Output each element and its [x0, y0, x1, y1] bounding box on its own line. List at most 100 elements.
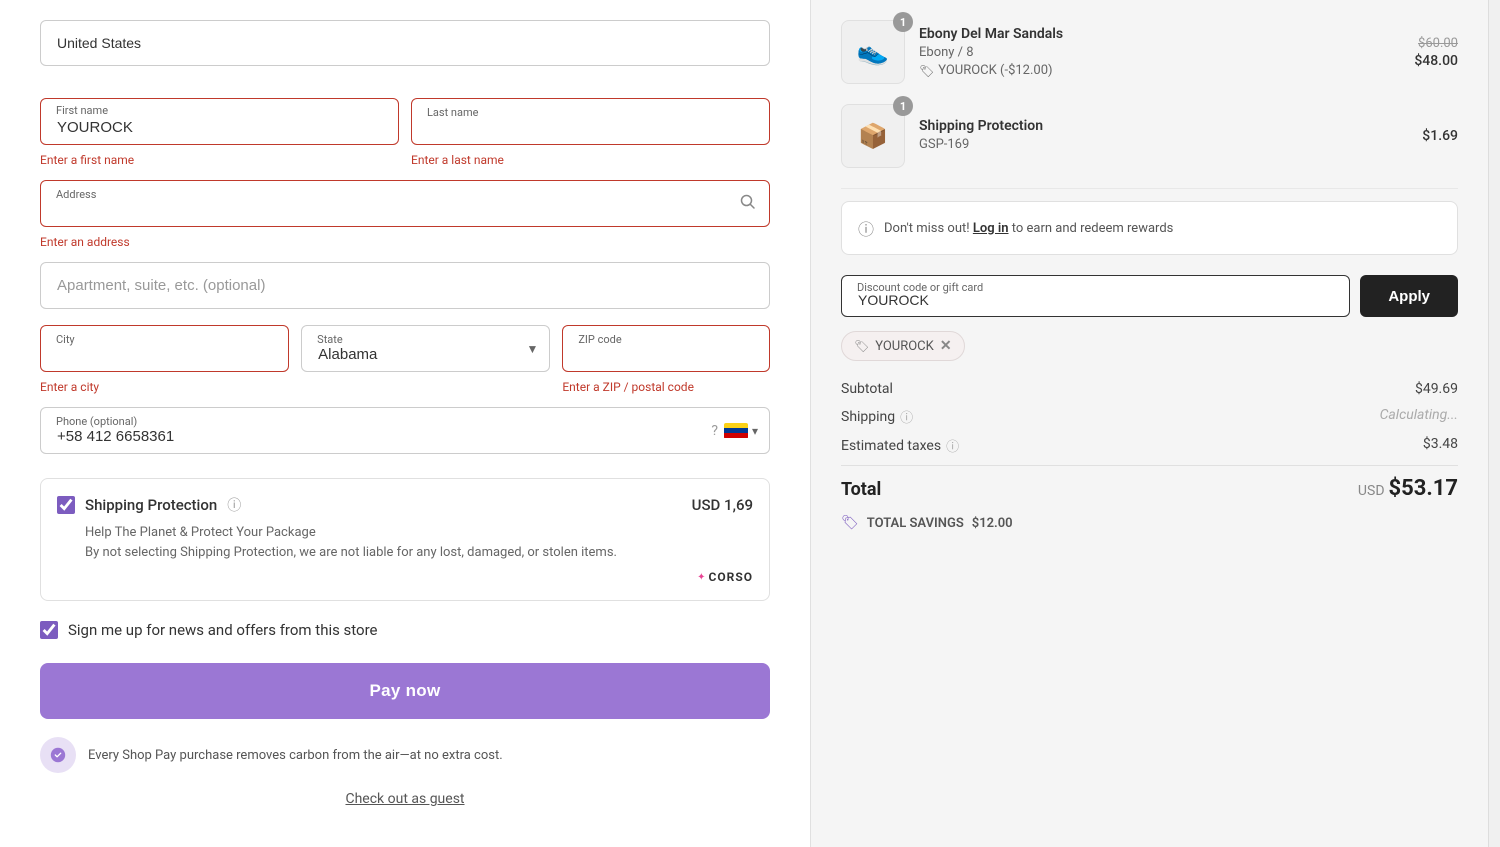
- sandal-icon: 👟: [857, 37, 889, 67]
- search-icon: [740, 194, 756, 214]
- item1-image-wrap: 👟 1: [841, 20, 905, 84]
- zip-error: Enter a ZIP / postal code: [562, 380, 694, 394]
- corso-logo: CORSO: [709, 570, 753, 584]
- subtotal-value: $49.69: [1415, 381, 1458, 397]
- item2-price-col: $1.69: [1422, 128, 1458, 144]
- shipping-protection-label: Shipping Protection: [85, 496, 217, 514]
- coupon-code-label: YOUROCK: [875, 339, 934, 354]
- shop-pay-icon: [40, 737, 76, 773]
- first-name-input[interactable]: [40, 98, 399, 145]
- country-input[interactable]: [40, 20, 770, 66]
- first-name-field: First name: [40, 98, 399, 145]
- rewards-notice: ⓘ Don't miss out! Log in to earn and red…: [841, 201, 1458, 255]
- total-currency: USD: [1358, 483, 1385, 499]
- item2-image: 📦: [841, 104, 905, 168]
- discount-input-wrap: Discount code or gift card: [841, 275, 1350, 317]
- guest-checkout-link[interactable]: Check out as guest: [345, 791, 464, 807]
- shop-pay-text: Every Shop Pay purchase removes carbon f…: [88, 748, 503, 763]
- checkout-form: First name Last name Enter a first name …: [0, 0, 810, 847]
- shipping-info-icon[interactable]: ⓘ: [900, 407, 913, 426]
- savings-label: TOTAL SAVINGS: [867, 516, 964, 531]
- phone-field: Phone (optional) ? ▾: [40, 407, 770, 454]
- savings-line: 🏷 TOTAL SAVINGS $12.00: [841, 515, 1458, 531]
- rewards-login-link[interactable]: Log in: [973, 221, 1009, 236]
- shipping-value: Calculating...: [1380, 407, 1458, 426]
- sp-desc-2: By not selecting Shipping Protection, we…: [85, 543, 753, 563]
- item1-variant: Ebony / 8: [919, 45, 1400, 60]
- shipping-line: Shipping ⓘ Calculating...: [841, 407, 1458, 426]
- item1-discount: 🏷 YOUROCK (-$12.00): [919, 63, 1400, 78]
- divider-1: [841, 188, 1458, 189]
- item2-quantity-badge: 1: [893, 96, 913, 116]
- country-flag-button[interactable]: ▾: [724, 423, 758, 439]
- apply-button[interactable]: Apply: [1360, 275, 1458, 317]
- item1-final-price: $48.00: [1414, 53, 1458, 69]
- rewards-text-before: Don't miss out!: [884, 221, 970, 236]
- first-name-error: Enter a first name: [40, 153, 134, 167]
- address-error: Enter an address: [40, 235, 130, 249]
- item2-details: Shipping Protection GSP-169: [919, 118, 1408, 155]
- phone-label: Phone (optional): [56, 415, 137, 428]
- last-name-input[interactable]: [411, 98, 770, 145]
- item1-price-col: $60.00 $48.00: [1414, 36, 1458, 69]
- total-line: Total USD$53.17: [841, 465, 1458, 501]
- shop-pay-notice: Every Shop Pay purchase removes carbon f…: [40, 737, 770, 773]
- item1-original-price: $60.00: [1414, 36, 1458, 51]
- savings-tag-icon: 🏷: [841, 515, 859, 531]
- item2-price: $1.69: [1422, 128, 1458, 144]
- order-item-2: 📦 1 Shipping Protection GSP-169 $1.69: [841, 104, 1458, 168]
- taxes-line: Estimated taxes ⓘ $3.48: [841, 436, 1458, 455]
- apartment-input[interactable]: [40, 262, 770, 309]
- guest-checkout-section: Check out as guest: [40, 791, 770, 807]
- item2-variant: GSP-169: [919, 137, 1408, 152]
- phone-info-icon[interactable]: ?: [711, 423, 718, 439]
- coupon-remove-button[interactable]: ✕: [940, 338, 952, 354]
- item1-image: 👟: [841, 20, 905, 84]
- taxes-value: $3.48: [1423, 436, 1458, 455]
- savings-amount: $12.00: [972, 516, 1013, 531]
- total-value: USD$53.17: [1358, 476, 1458, 501]
- address-input[interactable]: [40, 180, 770, 227]
- flag-chevron-icon: ▾: [752, 424, 758, 438]
- phone-input[interactable]: [40, 407, 770, 454]
- shipping-protection-section: Shipping Protection ⓘ USD 1,69 Help The …: [40, 478, 770, 601]
- sp-desc-1: Help The Planet & Protect Your Package: [85, 523, 753, 543]
- item2-name: Shipping Protection: [919, 118, 1408, 134]
- shipping-protection-price: USD 1,69: [692, 496, 753, 514]
- order-summary: 👟 1 Ebony Del Mar Sandals Ebony / 8 🏷 YO…: [810, 0, 1488, 847]
- pay-now-button[interactable]: Pay now: [40, 663, 770, 719]
- item1-details: Ebony Del Mar Sandals Ebony / 8 🏷 YOUROC…: [919, 26, 1400, 78]
- address-label: Address: [56, 188, 96, 201]
- state-field: State Alabama Alaska Arizona ▼: [301, 325, 550, 372]
- discount-label: Discount code or gift card: [857, 281, 983, 294]
- last-name-field: Last name: [411, 98, 770, 145]
- scrollbar[interactable]: [1488, 0, 1500, 847]
- item2-image-wrap: 📦 1: [841, 104, 905, 168]
- shipping-label-wrap: Shipping ⓘ: [841, 407, 913, 426]
- order-item-1: 👟 1 Ebony Del Mar Sandals Ebony / 8 🏷 YO…: [841, 20, 1458, 84]
- item1-discount-code: YOUROCK (-$12.00): [938, 63, 1052, 78]
- state-label: State: [317, 333, 343, 346]
- total-label: Total: [841, 479, 881, 500]
- coupon-tag: 🏷 YOUROCK ✕: [841, 331, 965, 361]
- newsletter-checkbox[interactable]: [40, 621, 58, 639]
- discount-tag-icon: 🏷: [919, 64, 934, 78]
- last-name-error: Enter a last name: [411, 153, 504, 167]
- shipping-box-icon: 📦: [858, 122, 888, 150]
- shipping-protection-checkbox[interactable]: [57, 496, 75, 514]
- coupon-tag-icon: 🏷: [854, 339, 869, 353]
- city-field: City: [40, 325, 289, 372]
- zip-label: ZIP code: [578, 333, 621, 346]
- newsletter-section: Sign me up for news and offers from this…: [40, 621, 770, 639]
- apartment-field: [40, 262, 770, 309]
- discount-row: Discount code or gift card Apply: [841, 275, 1458, 317]
- shipping-protection-info-icon[interactable]: ⓘ: [227, 495, 241, 515]
- item1-quantity-badge: 1: [893, 12, 913, 32]
- rewards-text: Don't miss out! Log in to earn and redee…: [884, 221, 1173, 236]
- subtotal-line: Subtotal $49.69: [841, 381, 1458, 397]
- city-input[interactable]: [40, 325, 289, 372]
- city-error: Enter a city: [40, 380, 99, 394]
- taxes-label: Estimated taxes: [841, 438, 941, 454]
- taxes-info-icon[interactable]: ⓘ: [946, 436, 959, 455]
- total-amount: $53.17: [1389, 476, 1459, 501]
